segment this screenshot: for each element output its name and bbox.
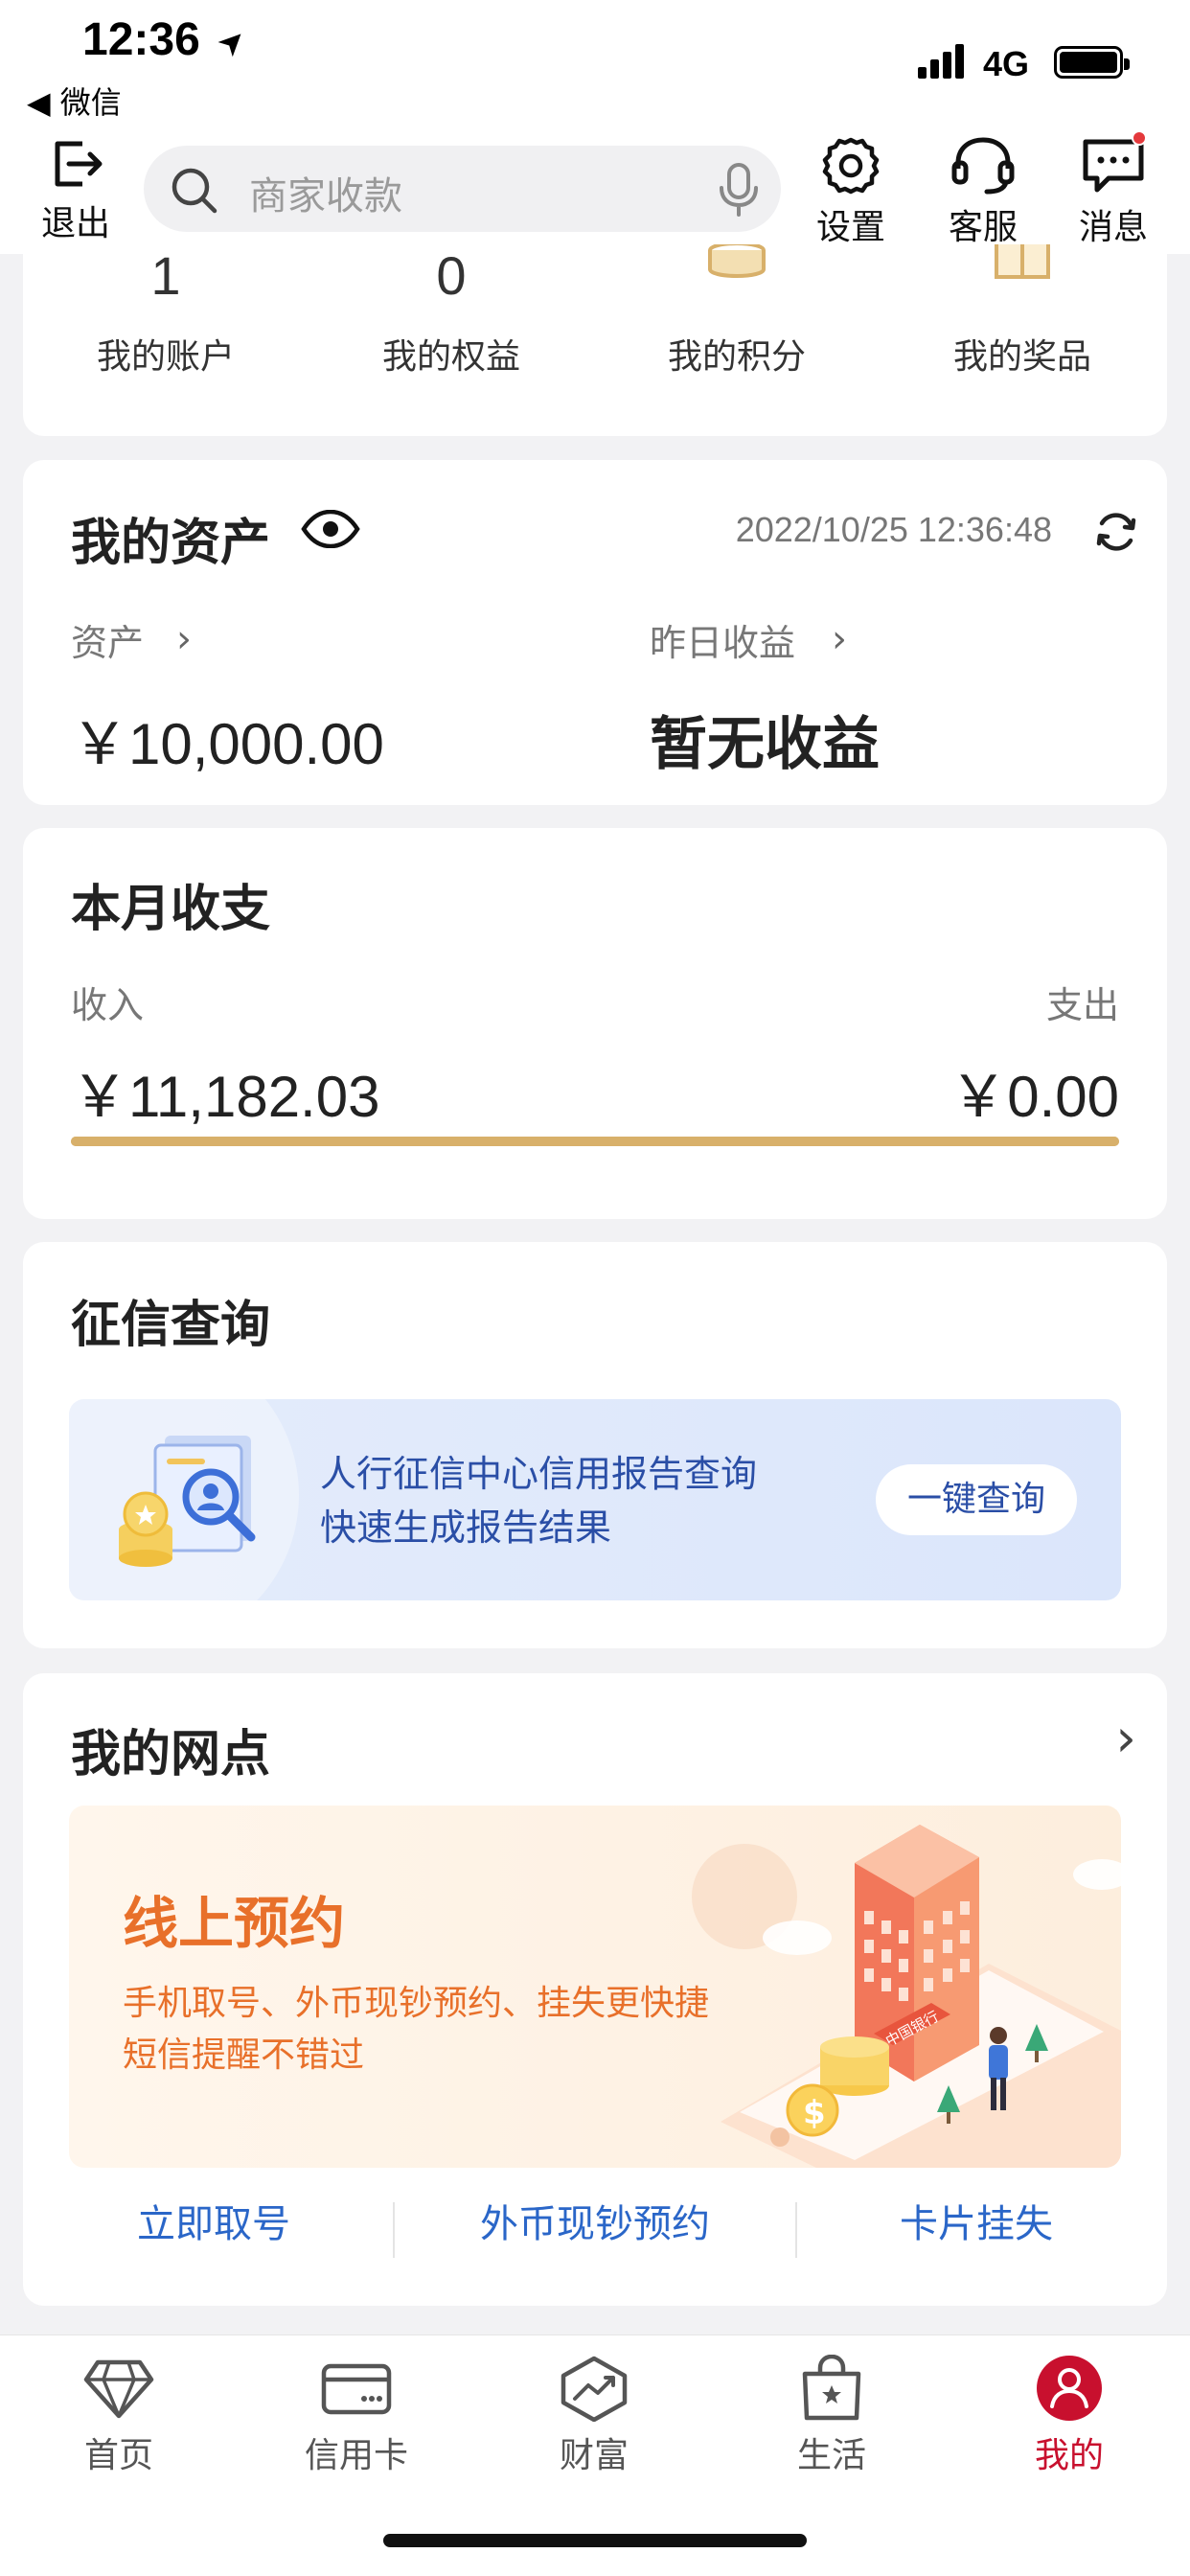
customer-service-label: 客服 [948,208,1018,247]
yesterday-earnings-label: 昨日收益 [650,622,796,664]
online-appointment-line-1: 手机取号、外币现钞预约、挂失更快捷 [123,1984,710,2023]
account-count: 1 [150,245,181,302]
gear-icon [822,137,880,195]
quick-item-label: 我的奖品 [952,337,1091,377]
online-appointment-desc: 手机取号、外币现钞预约、挂失更快捷 短信提醒不错过 [123,1978,709,2082]
messages-button[interactable]: 消息 [1075,130,1152,249]
svg-text:$: $ [803,2094,826,2132]
refresh-icon[interactable] [1092,508,1140,556]
chevron-right-icon[interactable]: › [1115,1708,1136,1768]
quick-item-label: 我的账户 [96,337,235,377]
messages-label: 消息 [1078,208,1148,247]
tab-life[interactable]: 生活 [713,2355,950,2477]
bank-building-illustration: 中国银行 $ [721,1825,1121,2168]
tab-label: 生活 [796,2436,866,2475]
assets-link[interactable]: 资产 › [71,613,320,671]
battery-icon [1054,46,1130,79]
exit-button[interactable]: 退出 [33,134,119,245]
income-label: 收入 [71,984,145,1026]
tab-credit-card[interactable]: 信用卡 [238,2355,475,2477]
network-type: 4G [983,44,1030,83]
top-header: 退出 商家收款 设置 客服 消息 [0,125,1190,254]
coins-icon [594,244,880,302]
online-appointment-title: 线上预约 [123,1891,346,1956]
credit-query-card: 征信查询 人行征信中心信用报告查询 快速生成报告结果 一键查询 [23,1242,1167,1648]
one-click-query-button[interactable]: 一键查询 [876,1464,1077,1535]
tab-label: 首页 [83,2436,153,2475]
tab-mine[interactable]: 我的 [950,2355,1188,2477]
divider [393,2202,395,2258]
search-input[interactable]: 商家收款 [144,146,781,232]
quick-item-label: 我的积分 [667,337,806,377]
rights-count: 0 [436,245,467,302]
microphone-icon[interactable] [718,161,760,218]
branch-title: 我的网点 [71,1726,271,1783]
assets-value: ￥10,000.00 [71,712,384,776]
assets-card: 我的资产 2022/10/25 12:36:48 资产 › ￥10,000.00… [23,460,1167,805]
assets-label: 资产 [71,622,145,664]
assets-timestamp: 2022/10/25 12:36:48 [735,510,1052,549]
headset-icon [951,137,1015,195]
credit-title: 征信查询 [71,1297,271,1354]
card-loss-report-link[interactable]: 卡片挂失 [786,2181,1167,2267]
expense-label: 支出 [1045,984,1119,1026]
location-icon: ➤ [209,18,256,66]
status-time: 12:36 [82,14,200,65]
chart-icon [561,2356,628,2422]
income-bar-fill [71,1137,1119,1146]
settings-label: 设置 [815,208,885,247]
expense-value: ￥0.00 [950,1065,1119,1129]
credit-report-banner[interactable]: 人行征信中心信用报告查询 快速生成报告结果 一键查询 [69,1399,1121,1600]
quick-entry-card: 1 我的账户 0 我的权益 我的积分 我的奖品 [23,244,1167,436]
user-icon [1037,2356,1102,2421]
credit-line-2: 快速生成报告结果 [320,1506,612,1549]
exit-label: 退出 [40,204,110,243]
online-appointment-line-2: 短信提醒不错过 [123,2036,365,2075]
income-value: ￥11,182.03 [71,1065,380,1129]
signal-icon [918,44,964,79]
quick-item-label: 我的权益 [381,337,520,377]
gift-icon [880,244,1165,302]
home-indicator[interactable] [383,2534,807,2547]
credit-line-1: 人行征信中心信用报告查询 [320,1453,758,1495]
foreign-cash-reservation-link[interactable]: 外币现钞预约 [404,2181,786,2267]
credit-banner-text: 人行征信中心信用报告查询 快速生成报告结果 [320,1447,757,1554]
unread-badge [1132,130,1147,146]
online-appointment-banner[interactable]: 线上预约 手机取号、外币现钞预约、挂失更快捷 短信提醒不错过 中国银行 $ [69,1806,1121,2168]
yesterday-earnings-value: 暂无收益 [650,711,880,778]
yesterday-earnings-link[interactable]: 昨日收益 › [650,613,899,671]
monthly-title: 本月收支 [71,881,271,938]
branch-quick-links: 立即取号 外币现钞预约 卡片挂失 [23,2181,1167,2267]
search-placeholder: 商家收款 [249,174,402,218]
assets-title: 我的资产 [71,515,271,572]
take-number-link[interactable]: 立即取号 [23,2181,404,2267]
tab-wealth[interactable]: 财富 [475,2355,713,2477]
diamond-icon [83,2359,154,2419]
tab-home[interactable]: 首页 [0,2355,238,2477]
chevron-right-icon: › [832,617,847,661]
customer-service-button[interactable]: 客服 [943,134,1023,249]
tab-label: 信用卡 [304,2436,408,2475]
credit-card-icon [321,2363,392,2415]
search-icon [172,168,217,214]
status-bar: 12:36 ➤ ◀ 微信 4G [0,0,1190,125]
tab-label: 我的 [1034,2436,1104,2475]
settings-button[interactable]: 设置 [812,134,889,249]
back-to-wechat-link[interactable]: ◀ 微信 [27,79,122,123]
monthly-summary-card[interactable]: 本月收支 收入 支出 ￥11,182.03 ￥0.00 [23,828,1167,1219]
shopping-bag-icon [802,2355,861,2421]
income-expense-bar [71,1137,1119,1146]
credit-report-illustration [119,1436,256,1567]
branch-card: 我的网点 › 线上预约 手机取号、外币现钞预约、挂失更快捷 短信提醒不错过 中国… [23,1673,1167,2306]
eye-icon[interactable] [301,510,360,548]
tab-label: 财富 [559,2436,629,2475]
logout-icon [55,141,103,187]
chevron-right-icon: › [176,617,192,661]
